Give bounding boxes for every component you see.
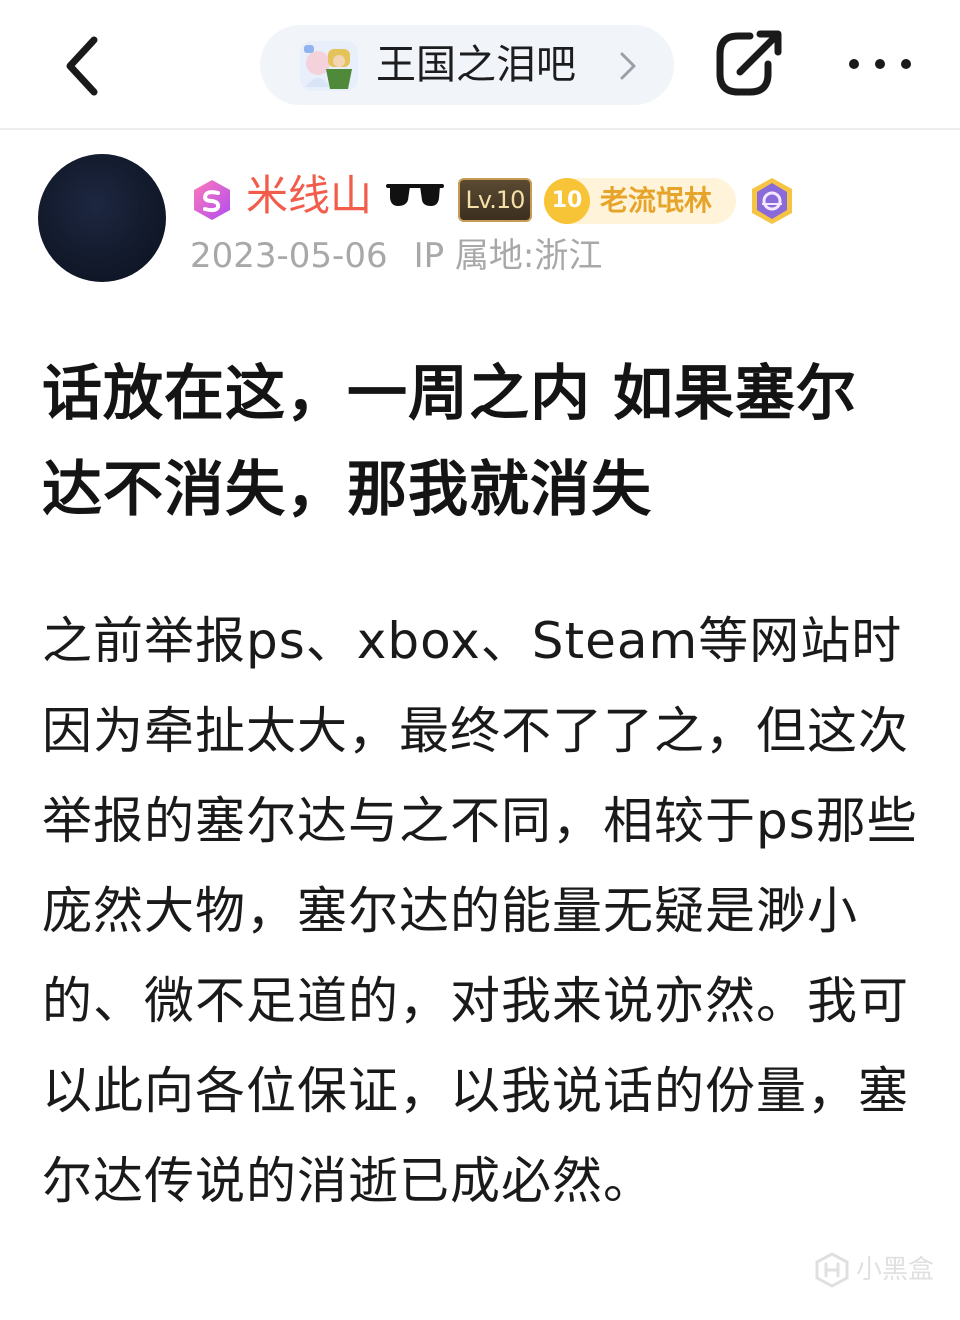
post-body: 之前举报ps、xbox、Steam等网站时因为牵扯太大，最终不了了之，但这次举报…	[42, 612, 918, 1210]
author-name[interactable]: 米线山	[246, 168, 372, 224]
post-date: 2023-05-06	[190, 236, 388, 276]
level-badge: Lv.10	[458, 178, 532, 222]
title-badge: 10 老流氓林	[544, 178, 736, 224]
top-navigation-bar: 王国之泪吧	[0, 0, 960, 130]
forum-name: 王国之泪吧	[376, 42, 576, 88]
share-button[interactable]	[714, 26, 788, 100]
chevron-right-icon	[620, 52, 636, 80]
forum-avatar-icon	[300, 41, 358, 91]
member-badge-icon	[752, 178, 792, 224]
title-badge-level: 10	[544, 178, 590, 224]
more-icon	[849, 59, 911, 69]
forum-entry-button[interactable]: 王国之泪吧	[260, 25, 674, 105]
post-title: 话放在这，一周之内 如果塞尔达不消失，那我就消失	[42, 359, 857, 525]
back-button[interactable]	[52, 30, 116, 102]
sunglasses-icon	[386, 184, 444, 206]
watermark-text: 小黑盒	[856, 1255, 935, 1285]
author-avatar[interactable]	[38, 154, 166, 282]
share-icon	[716, 30, 782, 96]
title-badge-label: 老流氓林	[600, 184, 713, 217]
vip-badge-icon	[194, 180, 230, 220]
post-ip-location: IP 属地:浙江	[413, 236, 603, 276]
more-button[interactable]	[845, 44, 915, 84]
post-meta: 2023-05-06 IP 属地:浙江	[190, 234, 602, 278]
heybox-logo-icon	[815, 1252, 849, 1288]
chevron-left-icon	[66, 36, 98, 96]
